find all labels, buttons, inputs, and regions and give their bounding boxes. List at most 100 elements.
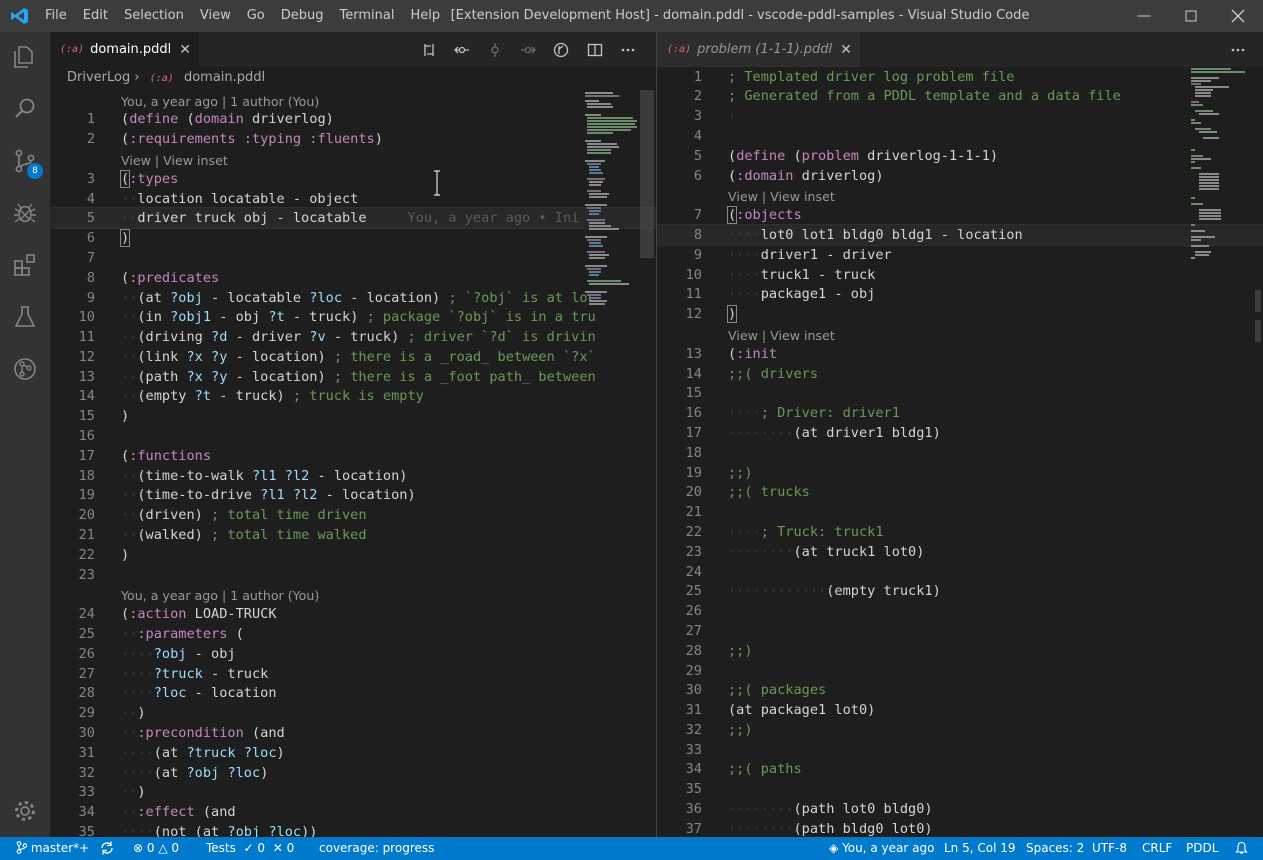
line-number: 35 — [78, 824, 95, 837]
line-number: 2 — [86, 131, 95, 147]
minimap-line — [589, 257, 605, 259]
pddl-planner-icon[interactable] — [0, 345, 50, 393]
coverage-status[interactable]: coverage: progress — [319, 837, 434, 860]
debug-icon[interactable] — [0, 189, 50, 237]
more-actions-icon[interactable] — [1221, 32, 1254, 67]
code-lens-view[interactable]: View | View inset — [728, 326, 835, 345]
branch-status[interactable]: master*+ — [16, 837, 89, 860]
code-line: 6) — [50, 228, 656, 248]
minimap-line — [589, 297, 601, 299]
menu-edit[interactable]: Edit — [75, 0, 116, 32]
line-number: 7 — [86, 250, 95, 266]
code-line: 9 ··(at ?obj - locatable ?loc - location)… — [50, 288, 656, 308]
code-lens-author[interactable]: You, a year ago | 1 author (You) — [121, 586, 319, 605]
code-text: ;;( trucks — [728, 484, 810, 500]
indentation[interactable]: Spaces: 2 — [1026, 837, 1084, 860]
line-number: 1 — [86, 111, 95, 127]
minimap-line — [587, 294, 601, 296]
cursor-position[interactable]: Ln 5, Col 19 — [944, 837, 1016, 860]
code-text: ········(path bldg0 lot0) — [728, 821, 933, 837]
more-actions-icon[interactable] — [611, 32, 644, 67]
code-text: ····(at ?obj ?loc) — [121, 765, 269, 781]
tests-status[interactable]: Tests ✓ 0 ✕ 0 — [206, 837, 294, 860]
breadcrumb-folder[interactable]: DriverLog — [67, 70, 130, 85]
code-lens-view[interactable]: View | View inset — [121, 151, 228, 170]
line-number: 3 — [86, 171, 95, 187]
tab-problem-pddl[interactable]: (:a) problem (1-1-1).pddl ✕ — [657, 32, 860, 67]
minimap-line — [1191, 203, 1203, 205]
sync-icon[interactable] — [99, 837, 115, 860]
code-text: ··) — [121, 784, 146, 800]
compare-changes-icon[interactable] — [412, 32, 445, 67]
minimap-right[interactable] — [1191, 68, 1253, 348]
menu-terminal[interactable]: Terminal — [332, 0, 403, 32]
minimap-line — [1199, 173, 1219, 175]
code-text: ····package1 - obj — [728, 286, 876, 302]
explorer-icon[interactable] — [0, 33, 50, 81]
code-text: ;;) — [728, 643, 753, 659]
code-line: 22 ····; Truck: truck1 — [657, 522, 1263, 542]
breadcrumb-file[interactable]: domain.pddl — [184, 70, 265, 85]
minimap-line — [587, 219, 605, 221]
code-text: ; Generated from a PDDL template and a d… — [728, 88, 1121, 104]
minimap-line — [1199, 176, 1219, 178]
code-text: ··:precondition (and — [121, 725, 285, 741]
menu-selection[interactable]: Selection — [116, 0, 192, 32]
line-number: 8 — [86, 270, 95, 286]
line-number: 18 — [78, 468, 95, 484]
code-line: 15 — [657, 383, 1263, 403]
minimap-left[interactable] — [583, 90, 645, 370]
line-number: 25 — [78, 626, 95, 642]
code-text: ····; Truck: truck1 — [728, 524, 884, 540]
code-text: ··(empty ?t - truck) ; truck is empty — [121, 388, 424, 404]
notifications-bell-icon[interactable] — [1235, 837, 1248, 860]
code-text: ) — [121, 408, 130, 424]
close-tab-icon[interactable]: ✕ — [179, 42, 191, 58]
scrollbar-right-marker[interactable] — [1255, 290, 1261, 312]
open-changes-icon[interactable] — [544, 32, 577, 67]
code-text: (:init — [728, 346, 778, 362]
maximize-icon[interactable] — [1168, 0, 1214, 32]
menu-file[interactable]: File — [37, 0, 75, 32]
source-control-icon[interactable]: 8 — [0, 137, 50, 185]
minimap-line — [1191, 197, 1195, 199]
line-number: 6 — [86, 230, 95, 246]
previous-change-icon[interactable] — [445, 32, 478, 67]
search-icon[interactable] — [0, 85, 50, 133]
blame-text: You, a year ago — [842, 841, 935, 855]
line-number: 12 — [78, 349, 95, 365]
menu-go[interactable]: Go — [239, 0, 273, 32]
line-number: 23 — [685, 544, 702, 560]
line-number: 19 — [685, 465, 702, 481]
close-window-icon[interactable] — [1215, 0, 1261, 32]
blame-status[interactable]: ◈ You, a year ago — [829, 837, 934, 860]
test-flask-icon[interactable] — [0, 293, 50, 341]
tab-domain-pddl[interactable]: (:a) domain.pddl ✕ — [50, 32, 200, 67]
commit-icon[interactable] — [478, 32, 511, 67]
code-text: ········(path lot0 bldg0) — [728, 801, 933, 817]
close-tab-icon[interactable]: ✕ — [840, 42, 852, 58]
code-lens-view[interactable]: View | View inset — [728, 187, 835, 206]
language-mode[interactable]: PDDL — [1186, 837, 1218, 860]
next-change-icon[interactable] — [511, 32, 544, 67]
line-number: 26 — [78, 646, 95, 662]
minimap-line — [589, 254, 609, 256]
end-of-line[interactable]: CRLF — [1142, 837, 1172, 860]
minimize-icon[interactable]: — — [1121, 0, 1167, 32]
code-line: 12 ··(link ?x ?y - location) ; there is a… — [50, 347, 656, 367]
settings-gear-icon[interactable] — [0, 787, 50, 835]
encoding[interactable]: UTF-8 — [1092, 837, 1127, 860]
code-line: 14 ;;( drivers — [657, 364, 1263, 384]
scrollbar-right-marker[interactable] — [1255, 320, 1261, 342]
split-editor-icon[interactable] — [578, 32, 611, 67]
code-text: ····?loc - location — [121, 685, 277, 701]
menu-view[interactable]: View — [192, 0, 239, 32]
extensions-icon[interactable] — [0, 241, 50, 289]
minimap-line — [585, 265, 607, 267]
scrollbar-left[interactable] — [640, 90, 654, 258]
line-number: 7 — [693, 207, 702, 223]
code-text: ··location locatable - object — [121, 191, 359, 207]
code-line: 10 ··(in ?obj1 - obj ?t - truck) ; packag… — [50, 307, 656, 327]
problems-status[interactable]: ⊗ 0 △ 0 — [133, 837, 179, 860]
menu-debug[interactable]: Debug — [273, 0, 332, 32]
